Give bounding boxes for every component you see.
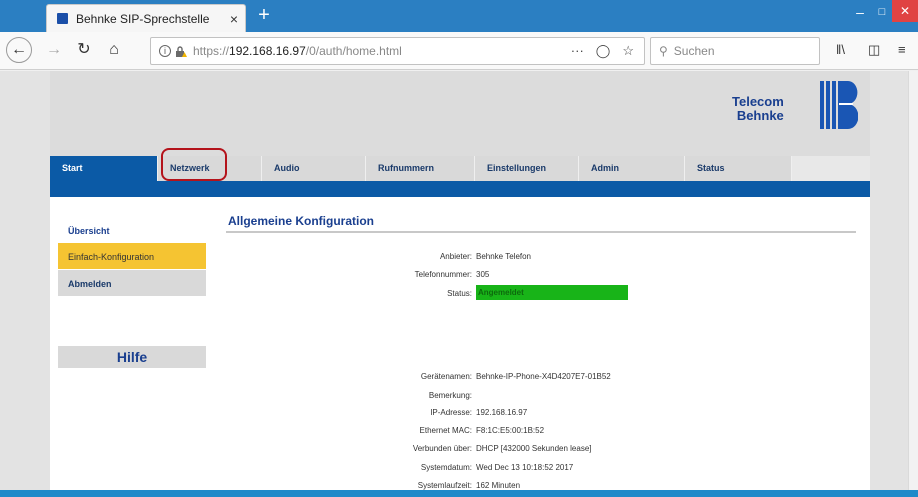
search-placeholder: Suchen bbox=[673, 44, 715, 58]
back-icon[interactable]: ← bbox=[6, 37, 32, 63]
row-label: Telefonnummer: bbox=[414, 270, 472, 279]
forward-icon[interactable]: → bbox=[40, 37, 68, 65]
menu-underbar bbox=[50, 181, 870, 197]
info-row: IP-Adresse: 192.168.16.97 bbox=[226, 408, 856, 424]
menu-einstellungen[interactable]: Einstellungen bbox=[475, 156, 579, 181]
row-label: IP-Adresse: bbox=[430, 408, 472, 417]
info-row: Bemerkung: bbox=[226, 391, 856, 407]
new-tab-button[interactable]: + bbox=[252, 4, 276, 28]
title-divider bbox=[226, 231, 856, 233]
menu-rufnummern[interactable]: Rufnummern bbox=[366, 156, 475, 181]
info-row: Anbieter: Behnke Telefon bbox=[226, 252, 856, 268]
logo-text: Telecom Behnke bbox=[732, 95, 784, 123]
info-row: Systemdatum: Wed Dec 13 10:18:52 2017 bbox=[226, 463, 856, 479]
page-title: Allgemeine Konfiguration bbox=[228, 214, 375, 228]
behnke-logo-icon bbox=[820, 81, 858, 129]
bookmark-star-icon[interactable]: ☆ bbox=[622, 43, 634, 59]
row-label: Gerätenamen: bbox=[420, 372, 472, 381]
menu-start[interactable]: Start bbox=[50, 156, 158, 181]
info-row: Status: Angemeldet bbox=[226, 285, 856, 301]
row-value: Wed Dec 13 10:18:52 2017 bbox=[476, 463, 574, 472]
page-actions-icon[interactable]: ··· bbox=[571, 43, 584, 59]
browser-tab[interactable]: Behnke SIP-Sprechstelle × bbox=[46, 4, 246, 32]
minimize-icon[interactable]: – bbox=[848, 3, 872, 23]
home-icon[interactable]: ⌂ bbox=[100, 37, 128, 65]
page-header: Telecom Behnke bbox=[50, 71, 870, 156]
library-icon[interactable]: ‖\ bbox=[836, 42, 845, 57]
url-bar[interactable]: i https://192.168.16.97/0/auth/home.html… bbox=[150, 37, 645, 65]
favicon-icon bbox=[57, 13, 68, 24]
menu-filler bbox=[792, 156, 870, 181]
reload-icon[interactable]: ↻ bbox=[70, 37, 98, 65]
lock-warning-icon[interactable] bbox=[175, 45, 187, 57]
url-text: https://192.168.16.97/0/auth/home.html bbox=[193, 44, 402, 58]
tab-close-icon[interactable]: × bbox=[223, 11, 245, 27]
menu-status[interactable]: Status bbox=[685, 156, 792, 181]
url-prefix: https:// bbox=[193, 44, 230, 58]
row-value: Behnke-IP-Phone-X4D4207E7-01B52 bbox=[476, 372, 611, 381]
menu-icon[interactable]: ≡ bbox=[898, 42, 906, 57]
row-label: Status: bbox=[447, 289, 472, 298]
row-value: 162 Minuten bbox=[476, 481, 521, 490]
menu-admin[interactable]: Admin bbox=[579, 156, 685, 181]
row-value: 305 bbox=[476, 270, 490, 279]
search-icon: ⚲ bbox=[659, 44, 668, 58]
row-value bbox=[476, 391, 856, 407]
sidebar-item-overview[interactable]: Übersicht bbox=[58, 217, 206, 243]
row-value: 192.168.16.97 bbox=[476, 408, 528, 417]
sidebar-icon[interactable]: ◫ bbox=[868, 42, 880, 58]
sidebar-item-logout[interactable]: Abmelden bbox=[58, 270, 206, 296]
status-badge: Angemeldet bbox=[476, 285, 628, 300]
row-label: Anbieter: bbox=[439, 252, 472, 261]
tab-strip: Behnke SIP-Sprechstelle × + – □ ✕ bbox=[0, 0, 918, 32]
info-row: Gerätenamen: Behnke-IP-Phone-X4D4207E7-01… bbox=[226, 372, 856, 388]
row-value: F8:1C:E5:00:1B:52 bbox=[476, 426, 545, 435]
row-label: Bemerkung: bbox=[428, 391, 472, 400]
logo-line2: Behnke bbox=[736, 108, 784, 123]
nav-toolbar: ← → ↻ ⌂ i https://192.168.16.97/0/auth/h… bbox=[0, 32, 918, 70]
info-row: Verbunden über: DHCP [432000 Sekunden lea… bbox=[226, 444, 856, 460]
menu-audio[interactable]: Audio bbox=[262, 156, 366, 181]
info-row: Telefonnummer: 305 bbox=[226, 270, 856, 286]
info-row: Systemlaufzeit: 162 Minuten bbox=[226, 481, 856, 497]
row-label: Verbunden über: bbox=[412, 444, 472, 453]
info-icon[interactable]: i bbox=[159, 45, 171, 57]
window-close-icon[interactable]: ✕ bbox=[892, 0, 918, 22]
row-value: Behnke Telefon bbox=[476, 252, 532, 261]
browser-window: Behnke SIP-Sprechstelle × + – □ ✕ ← → ↻ … bbox=[0, 0, 918, 490]
info-row: Ethernet MAC: F8:1C:E5:00:1B:52 bbox=[226, 426, 856, 442]
highlight-annotation bbox=[161, 148, 227, 181]
row-label: Systemlaufzeit: bbox=[417, 481, 472, 490]
sidebar-item-simple-config[interactable]: Einfach-Konfiguration bbox=[58, 243, 206, 269]
help-button[interactable]: Hilfe bbox=[58, 346, 206, 368]
web-content: Telecom Behnke Start Netzwerk Audio Rufn… bbox=[50, 71, 870, 490]
url-host: 192.168.16.97 bbox=[229, 44, 306, 58]
row-value: DHCP [432000 Sekunden lease] bbox=[476, 444, 592, 453]
url-path: /0/auth/home.html bbox=[305, 44, 402, 58]
row-label: Ethernet MAC: bbox=[419, 426, 472, 435]
tab-title: Behnke SIP-Sprechstelle bbox=[76, 11, 210, 26]
maximize-icon[interactable]: □ bbox=[872, 3, 892, 23]
vertical-scrollbar[interactable] bbox=[908, 71, 918, 490]
logo-line1: Telecom bbox=[732, 94, 784, 109]
row-label: Systemdatum: bbox=[420, 463, 472, 472]
pocket-icon[interactable]: ◯ bbox=[596, 43, 611, 59]
search-input[interactable]: ⚲ Suchen bbox=[650, 37, 820, 65]
